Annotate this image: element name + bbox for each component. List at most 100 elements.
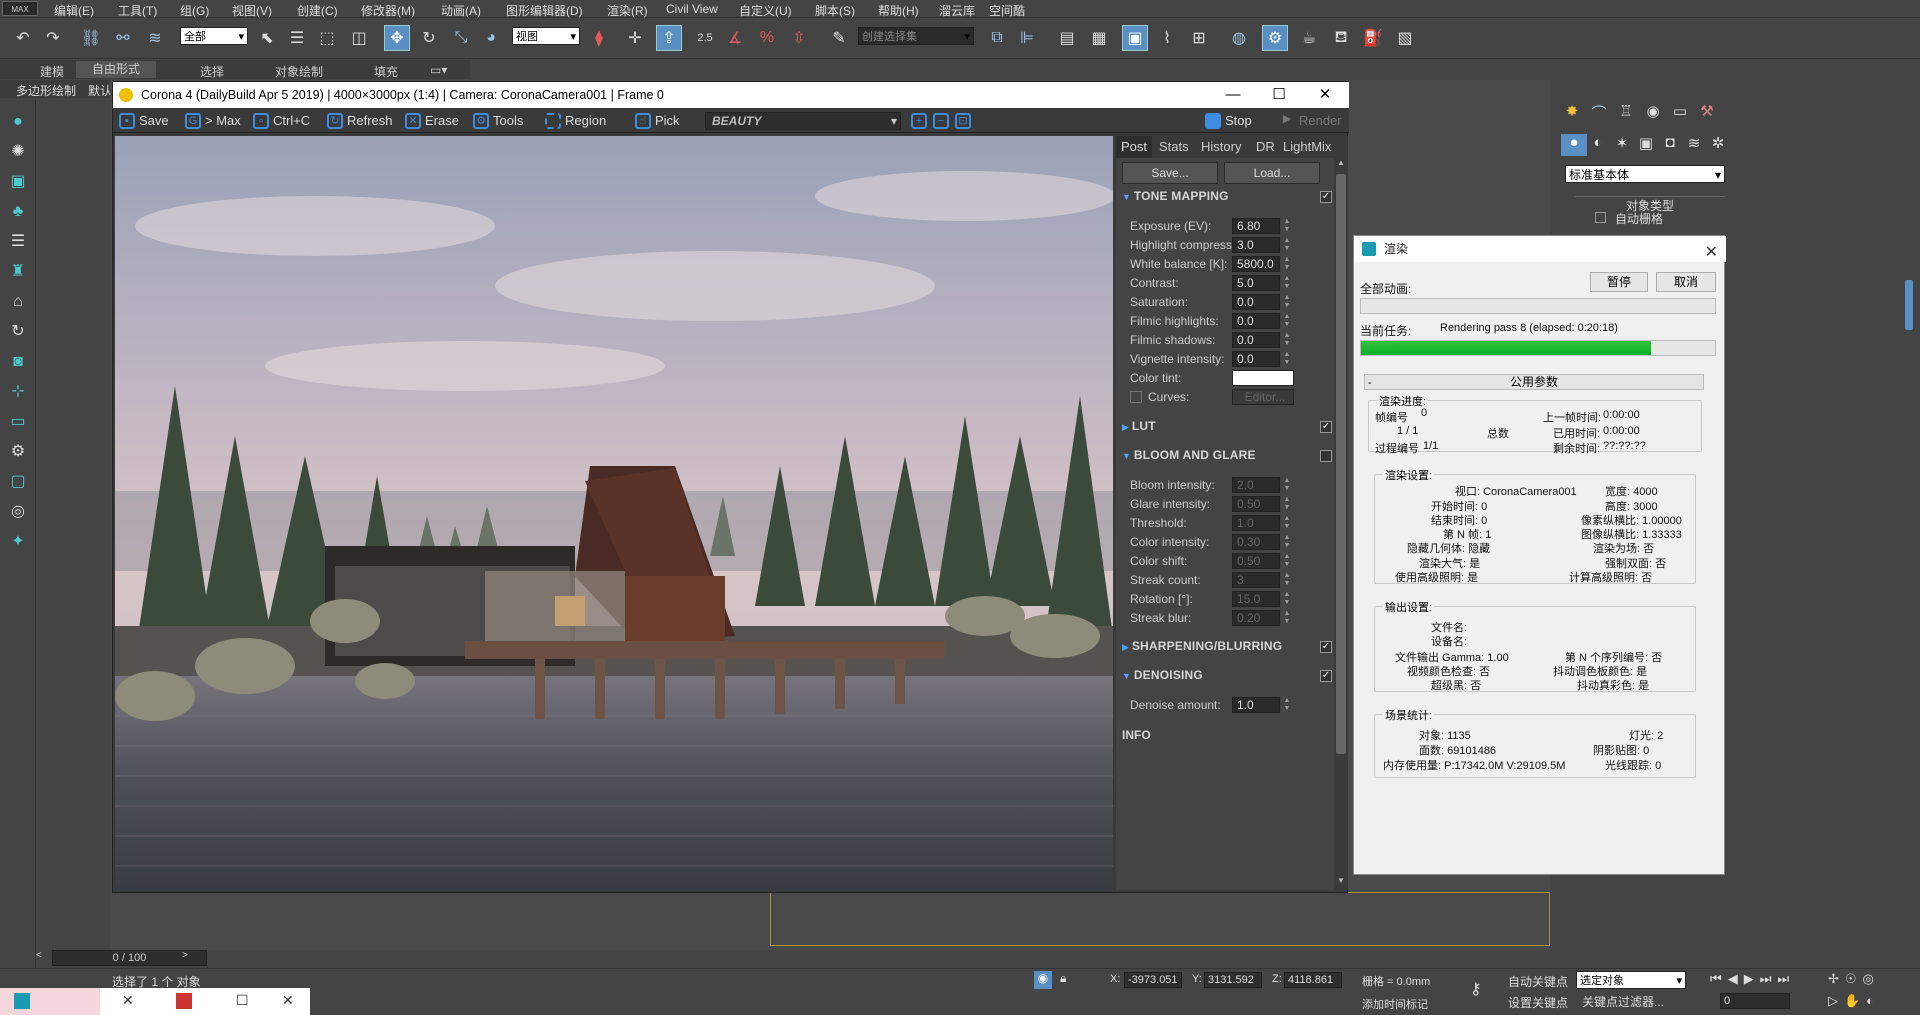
select-manipulate-icon[interactable]: ✛ xyxy=(622,25,648,51)
hierarchy-tab-icon[interactable]: ♖ xyxy=(1613,102,1639,124)
scroll-thumb[interactable] xyxy=(1336,174,1346,754)
post-panel-scrollbar[interactable]: ▲ ▼ xyxy=(1334,158,1348,890)
x-coord-field[interactable]: -3973.051 xyxy=(1124,972,1182,988)
menu-scripting[interactable]: 脚本(S) xyxy=(815,2,855,19)
spinner-icon[interactable]: ▲ ▼ xyxy=(1282,332,1292,348)
window-crossing-icon[interactable]: ◫ xyxy=(346,25,372,51)
tone-mapping-checkbox[interactable]: ✓ xyxy=(1320,191,1332,203)
create-sphere-icon[interactable]: ● xyxy=(6,110,30,134)
spinner-icon[interactable]: ▲ ▼ xyxy=(1282,553,1292,569)
teapot-icon[interactable]: ◙ xyxy=(6,350,30,374)
color-tint-swatch[interactable] xyxy=(1232,370,1294,386)
isolate-icon[interactable]: ◉ xyxy=(1034,971,1052,989)
key-icon[interactable]: ⚷ xyxy=(1470,979,1482,999)
scroll-down-icon[interactable]: ▼ xyxy=(1336,876,1346,888)
render-in-cloud-icon[interactable]: ▧ xyxy=(1392,25,1418,51)
render-channel-dropdown[interactable]: BEAUTY xyxy=(705,112,901,130)
tree-icon[interactable]: ♣ xyxy=(6,200,30,224)
bloom-glare-section[interactable]: BLOOM AND GLARE xyxy=(1122,448,1256,462)
gear-icon[interactable]: ✺ xyxy=(6,140,30,164)
move-icon[interactable]: ✥ xyxy=(384,25,410,51)
pivot-center-icon[interactable]: ⧫ xyxy=(586,25,612,51)
render-dialog-titlebar[interactable]: 渲染 ✕ xyxy=(1354,236,1726,262)
save-button[interactable]: ▪ Save xyxy=(117,112,169,130)
curves-checkbox[interactable] xyxy=(1130,391,1142,403)
timeline-prev-icon[interactable]: < xyxy=(36,950,50,966)
menu-tools[interactable]: 工具(T) xyxy=(118,2,157,19)
info-section[interactable]: INFO xyxy=(1122,728,1151,742)
spinner-icon[interactable]: ▲ ▼ xyxy=(1282,218,1292,234)
spinner-icon[interactable]: ▲ ▼ xyxy=(1282,294,1292,310)
spinner-icon[interactable]: ▲ ▼ xyxy=(1282,477,1292,493)
link-icon[interactable]: ⛓ xyxy=(78,25,104,51)
menu-help[interactable]: 帮助(H) xyxy=(878,2,919,19)
curves-editor-button[interactable]: Editor... xyxy=(1232,389,1294,405)
select-by-name-icon[interactable]: ☰ xyxy=(284,25,310,51)
refresh-icon[interactable]: ↻ xyxy=(6,320,30,344)
vignette-field[interactable]: 0.0 xyxy=(1232,351,1280,367)
bind-spacewarp-icon[interactable]: ≋ xyxy=(142,25,168,51)
key-selection-dropdown[interactable]: 选定对象 xyxy=(1576,971,1686,990)
helpers-icon[interactable]: ◘ xyxy=(1657,134,1683,156)
maximize-icon[interactable]: ☐ xyxy=(1256,82,1302,108)
contrast-field[interactable]: 5.0 xyxy=(1232,275,1280,291)
glare-intensity-field[interactable]: 0.50 xyxy=(1232,496,1280,512)
scene-explorer-icon[interactable]: ▦ xyxy=(1086,25,1112,51)
spinner-icon[interactable]: ▲ ▼ xyxy=(1282,515,1292,531)
active-viewport-frame[interactable] xyxy=(770,892,1550,946)
minimize-icon[interactable]: — xyxy=(1210,82,1256,108)
tab-lightmix[interactable]: LightMix xyxy=(1278,136,1336,158)
selection-filter-dropdown[interactable]: 全部 xyxy=(180,27,248,46)
ribbon-tab-selection[interactable]: 选择 xyxy=(200,63,224,80)
frame-icon[interactable]: ▢ xyxy=(6,470,30,494)
z-coord-field[interactable]: 4118.861 xyxy=(1284,972,1342,988)
render-production-icon[interactable]: ⛾ xyxy=(1328,25,1354,51)
refresh-button[interactable]: ↻ Refresh xyxy=(325,112,393,130)
rendered-frame-window-icon[interactable]: ☕ xyxy=(1296,25,1322,51)
y-coord-field[interactable]: 3131.592 xyxy=(1204,972,1262,988)
save-preset-button[interactable]: Save... xyxy=(1122,162,1218,184)
lut-section[interactable]: LUT xyxy=(1122,419,1156,433)
current-frame-field[interactable]: 0 xyxy=(1720,993,1790,1009)
tab-stats[interactable]: Stats xyxy=(1154,136,1194,158)
color-intensity-field[interactable]: 0.30 xyxy=(1232,534,1280,550)
utilities-tab-icon[interactable]: ⚒ xyxy=(1694,102,1720,124)
menu-group[interactable]: 组(G) xyxy=(180,2,209,19)
filmic-shadows-field[interactable]: 0.0 xyxy=(1232,332,1280,348)
graphite-toggle-icon[interactable]: ▣ xyxy=(1122,25,1148,51)
align-icon[interactable]: ⊫ xyxy=(1014,25,1040,51)
schematic-view-icon[interactable]: ⊞ xyxy=(1186,25,1212,51)
denoise-amount-field[interactable]: 1.0 xyxy=(1232,697,1280,713)
rotation-field[interactable]: 15.0 xyxy=(1232,591,1280,607)
menu-modifiers[interactable]: 修改器(M) xyxy=(361,2,415,19)
tab-history[interactable]: History xyxy=(1196,136,1246,158)
denoising-checkbox[interactable]: ✓ xyxy=(1320,670,1332,682)
scale-icon[interactable]: ⤡ xyxy=(448,25,474,51)
percent-snap-icon[interactable]: % xyxy=(754,25,780,51)
highlight-compress-field[interactable]: 3.0 xyxy=(1232,237,1280,253)
menu-view[interactable]: 视图(V) xyxy=(232,2,272,19)
collapse-icon[interactable]: - xyxy=(1368,377,1372,389)
torus-icon[interactable]: ◎ xyxy=(6,500,30,524)
ribbon-tab-freeform[interactable]: 自由形式 xyxy=(76,61,157,78)
create-tab-icon[interactable]: ✸ xyxy=(1559,102,1585,124)
spinner-icon[interactable]: ▲ ▼ xyxy=(1282,697,1292,713)
close-icon[interactable]: ✕ xyxy=(1705,240,1718,266)
poly-draw-label[interactable]: 多边形绘制 xyxy=(16,82,76,99)
list-icon[interactable]: ☰ xyxy=(6,230,30,254)
render-button[interactable]: ▶ Render xyxy=(1277,112,1342,130)
add-time-tag[interactable]: 添加时间标记 xyxy=(1362,996,1428,1012)
spinner-icon[interactable]: ▲ ▼ xyxy=(1282,351,1292,367)
copy-button[interactable]: ▫ Ctrl+C xyxy=(251,112,310,130)
spinner-icon[interactable]: ▲ ▼ xyxy=(1282,313,1292,329)
render-setup-icon[interactable]: ⚙ xyxy=(1262,25,1288,51)
spinner-icon[interactable]: ▲ ▼ xyxy=(1282,572,1292,588)
ribbon-tab-modeling[interactable]: 建模 xyxy=(40,63,64,80)
geometry-icon[interactable]: ● xyxy=(1561,134,1587,156)
viewport-nav-controls[interactable]: ✢☉◎ xyxy=(1828,971,1880,987)
placement-icon[interactable]: ◕ xyxy=(478,25,504,51)
threshold-field[interactable]: 1.0 xyxy=(1232,515,1280,531)
zoom-fit-icon[interactable]: ⊡ xyxy=(953,112,971,130)
spinner-icon[interactable]: ▲ ▼ xyxy=(1282,591,1292,607)
snap-toggle-icon[interactable]: 2.5 xyxy=(692,25,718,51)
